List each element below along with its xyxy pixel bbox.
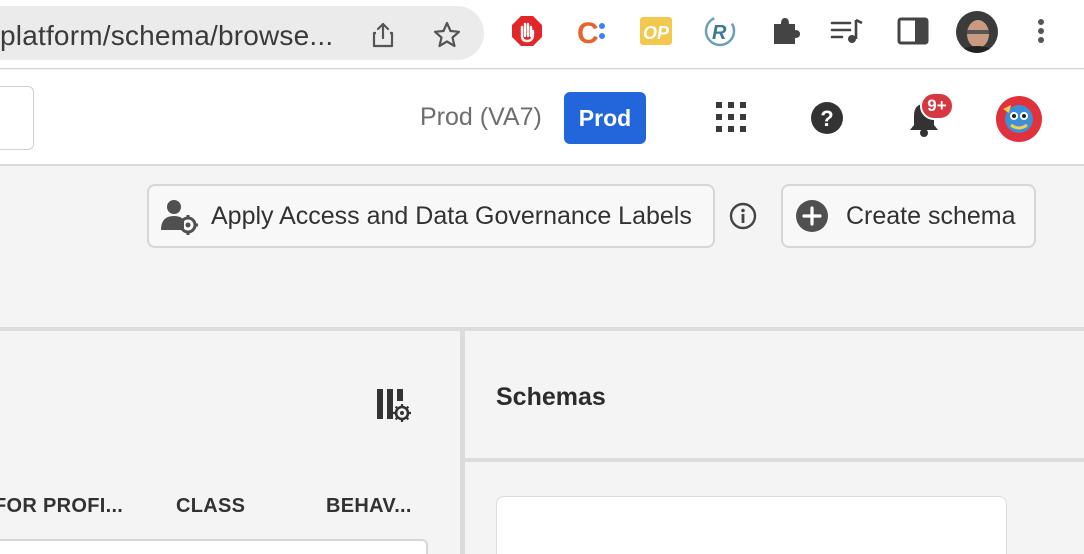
puzzle-icon[interactable] <box>768 14 802 48</box>
browser-toolbar: platform/schema/browse... C OP R <box>0 0 1084 69</box>
schema-list-panel: FOR PROFI... CLASS BEHAV... <box>0 331 460 554</box>
schema-details-card <box>496 496 1007 554</box>
user-settings-icon <box>161 200 198 235</box>
column-header-class[interactable]: CLASS <box>176 495 245 518</box>
column-header-behavior[interactable]: BEHAV... <box>326 495 412 518</box>
url-text[interactable]: platform/schema/browse... <box>0 20 333 52</box>
address-bar[interactable]: platform/schema/browse... <box>0 6 484 60</box>
op-extension-icon[interactable]: OP <box>639 14 673 48</box>
sidepanel-icon[interactable] <box>896 14 930 48</box>
star-icon[interactable] <box>432 20 462 50</box>
adblock-icon[interactable] <box>510 14 544 48</box>
search-input[interactable] <box>0 86 34 150</box>
panel-divider-horizontal <box>465 458 1084 462</box>
svg-text:R: R <box>712 22 727 44</box>
media-playlist-icon[interactable] <box>830 14 864 48</box>
profile-photo-icon[interactable] <box>955 10 999 54</box>
user-avatar-icon[interactable] <box>995 95 1043 143</box>
table-row[interactable] <box>0 539 428 554</box>
svg-text:C: C <box>577 17 599 48</box>
c-extension-icon[interactable]: C <box>575 14 609 48</box>
add-circle-icon <box>796 200 828 232</box>
column-settings-icon[interactable] <box>376 387 412 423</box>
apply-labels-label: Apply Access and Data Governance Labels <box>211 201 692 230</box>
create-schema-label: Create schema <box>846 201 1016 230</box>
r-extension-icon[interactable]: R <box>703 14 737 48</box>
environment-label: Prod (VA7) <box>420 103 542 131</box>
kebab-menu-icon[interactable] <box>1024 14 1058 48</box>
svg-text:?: ? <box>820 106 833 131</box>
svg-text:OP: OP <box>643 23 670 43</box>
share-icon[interactable] <box>368 20 398 50</box>
column-header-profile[interactable]: FOR PROFI... <box>0 495 123 518</box>
schemas-panel: Schemas <box>465 331 1084 554</box>
environment-button[interactable]: Prod <box>564 92 646 144</box>
app-header: Prod (VA7) Prod ? 9+ <box>0 70 1084 166</box>
help-icon[interactable]: ? <box>810 101 844 135</box>
panel-title: Schemas <box>496 383 606 411</box>
info-icon[interactable] <box>729 202 757 230</box>
notification-badge: 9+ <box>920 92 954 120</box>
app-switcher-icon[interactable] <box>714 100 748 134</box>
apply-labels-button[interactable]: Apply Access and Data Governance Labels <box>147 184 715 248</box>
create-schema-button[interactable]: Create schema <box>781 184 1036 248</box>
